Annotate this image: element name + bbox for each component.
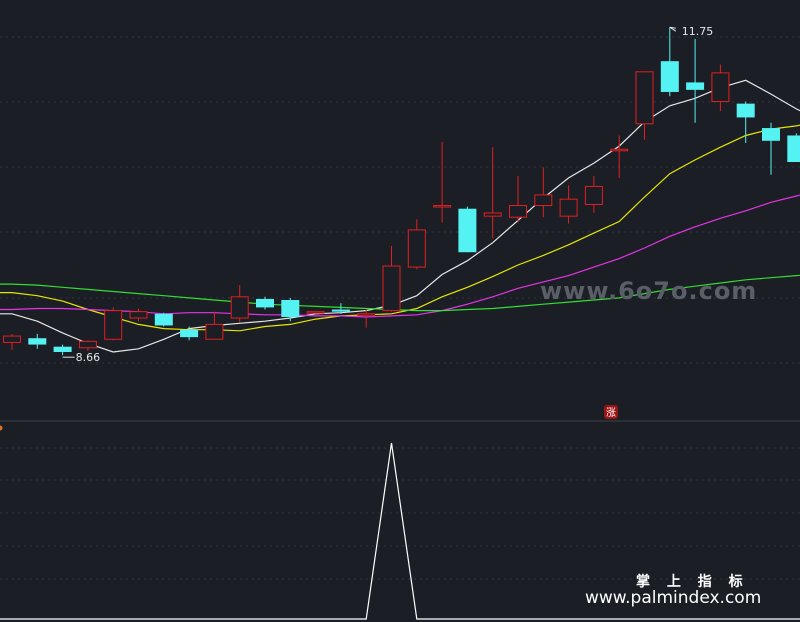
candle bbox=[610, 135, 629, 178]
candle bbox=[534, 167, 553, 218]
candle bbox=[154, 312, 173, 327]
candle-body bbox=[509, 205, 527, 218]
limit-up-badge-text: 涨 bbox=[606, 407, 616, 419]
candle-body bbox=[28, 338, 47, 345]
candle bbox=[180, 326, 199, 341]
candle-body bbox=[129, 311, 148, 319]
candle-body bbox=[53, 346, 72, 352]
candle bbox=[787, 133, 800, 163]
candle bbox=[129, 308, 148, 322]
candle-body bbox=[306, 311, 325, 314]
candle-body bbox=[433, 205, 452, 208]
candle-body bbox=[205, 323, 224, 340]
low-price-label: 8.66 bbox=[76, 351, 101, 364]
low-marker: 8.66 bbox=[62, 351, 101, 364]
candle-body bbox=[256, 298, 274, 308]
candle bbox=[584, 175, 603, 213]
candle bbox=[230, 285, 249, 323]
candle-body bbox=[686, 82, 705, 90]
candle bbox=[762, 122, 780, 175]
candle bbox=[53, 344, 72, 356]
candle bbox=[78, 340, 97, 351]
candle-body bbox=[584, 185, 603, 205]
candle-body bbox=[660, 61, 679, 92]
watermark-site: www.6o7o.com bbox=[540, 277, 757, 305]
candle bbox=[3, 333, 21, 350]
candle bbox=[635, 71, 654, 140]
candle bbox=[382, 245, 401, 312]
candle-body bbox=[458, 208, 477, 253]
candle-body bbox=[407, 229, 426, 268]
candle bbox=[660, 27, 679, 97]
candle bbox=[256, 296, 274, 310]
candle bbox=[736, 101, 755, 143]
limit-up-badge: 涨 bbox=[604, 405, 618, 419]
candle-body bbox=[230, 296, 249, 319]
candle-body bbox=[281, 299, 300, 317]
candle-body bbox=[104, 310, 123, 340]
candle bbox=[559, 185, 578, 224]
candle bbox=[104, 307, 123, 341]
candle bbox=[483, 147, 502, 239]
candle-body bbox=[382, 265, 401, 312]
candle-body bbox=[357, 313, 376, 316]
candlestick-chart: www.6o7o.com 掌 上 指 标 www.palmindex.com 1… bbox=[0, 25, 800, 620]
watermark-url: www.palmindex.com bbox=[585, 588, 761, 608]
candle-body bbox=[483, 212, 502, 217]
candle-body bbox=[762, 128, 780, 141]
candle-body bbox=[711, 72, 730, 103]
candle bbox=[711, 64, 730, 112]
candle-body bbox=[610, 148, 629, 152]
high-price-label: 11.75 bbox=[682, 25, 714, 38]
candle-body bbox=[180, 329, 199, 338]
candle bbox=[281, 297, 300, 322]
candle-body bbox=[331, 309, 350, 312]
candle bbox=[433, 141, 452, 223]
candle bbox=[407, 219, 426, 270]
candle-body bbox=[78, 340, 97, 349]
candles bbox=[3, 27, 800, 356]
candle bbox=[509, 175, 527, 223]
candle-body bbox=[534, 194, 553, 207]
candle bbox=[205, 311, 224, 340]
candle bbox=[686, 38, 705, 123]
candle-body bbox=[154, 313, 173, 326]
candle-body bbox=[559, 198, 578, 217]
candle-body bbox=[635, 71, 654, 125]
candle-body bbox=[3, 335, 21, 343]
candle bbox=[28, 333, 47, 349]
candle-body bbox=[787, 135, 800, 163]
candle bbox=[458, 206, 477, 253]
indicator-marker-dot bbox=[0, 425, 3, 431]
candle-body bbox=[736, 103, 755, 118]
candle bbox=[306, 311, 325, 314]
high-marker: 11.75 bbox=[669, 25, 714, 38]
candle bbox=[357, 309, 376, 328]
